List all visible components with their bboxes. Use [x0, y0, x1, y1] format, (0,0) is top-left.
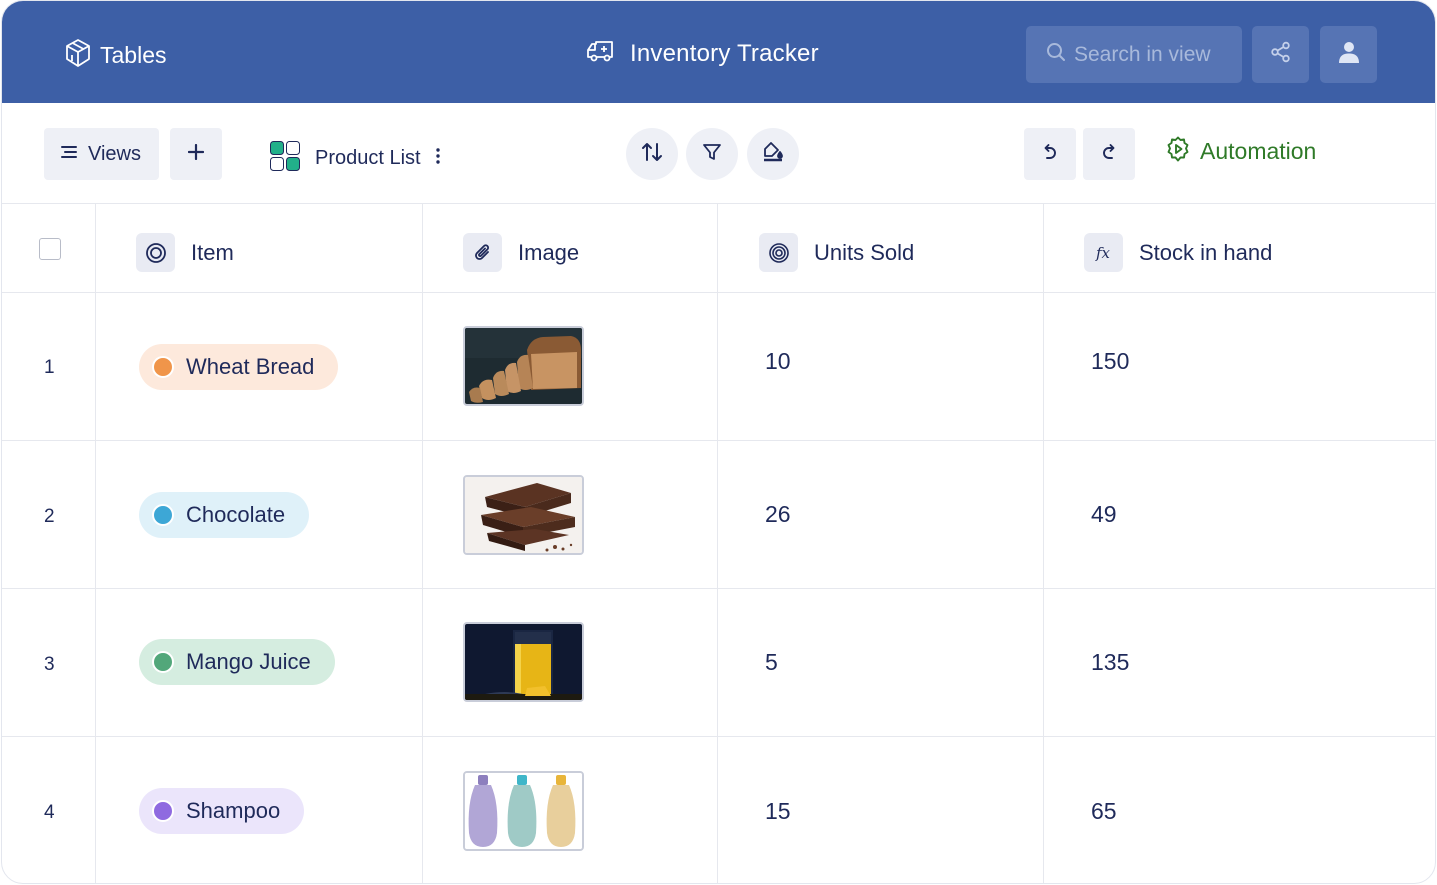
app-window: Tables Inventory Tracker Search in view …: [1, 0, 1436, 884]
chocolate-photo[interactable]: [463, 475, 584, 555]
units-sold-value: 26: [765, 501, 791, 527]
more-options-icon[interactable]: [435, 147, 441, 170]
user-icon: [1337, 40, 1361, 69]
units-sold-value: 10: [765, 348, 791, 374]
tables-logo-icon: [64, 38, 92, 73]
automation-button[interactable]: Automation: [1165, 136, 1316, 167]
app-title: Inventory Tracker: [586, 39, 819, 68]
item-tag[interactable]: Chocolate: [139, 492, 310, 538]
row-number: 1: [44, 357, 55, 378]
column-label: Image: [518, 239, 580, 265]
item-tag[interactable]: Wheat Bread: [139, 344, 339, 390]
juice-photo[interactable]: [463, 622, 584, 702]
search-input[interactable]: Search in view: [1026, 26, 1242, 83]
item-tag[interactable]: Mango Juice: [139, 639, 335, 685]
filter-icon: [702, 142, 722, 167]
app-title-text: Inventory Tracker: [630, 39, 819, 67]
grid-view-icon: [269, 140, 301, 177]
column-label: Item: [191, 239, 234, 265]
sort-icon: [641, 141, 663, 168]
svg-text:fx: fx: [1095, 244, 1111, 262]
redo-icon: [1100, 143, 1118, 166]
column-label: Units Sold: [814, 239, 915, 265]
column-header-image[interactable]: Image: [423, 204, 718, 292]
share-icon: [1270, 41, 1292, 68]
view-name: Product List: [315, 147, 421, 169]
column-header-units-sold[interactable]: Units Sold: [718, 204, 1044, 292]
table-row[interactable]: 4 Shampoo 15 65: [2, 737, 1435, 883]
number-icon: [759, 233, 798, 272]
stock-value: 135: [1091, 649, 1130, 675]
column-label: Stock in hand: [1139, 239, 1273, 265]
share-button[interactable]: [1252, 26, 1309, 83]
undo-icon: [1041, 143, 1059, 166]
undo-button[interactable]: [1024, 128, 1076, 180]
add-view-button[interactable]: [170, 128, 222, 180]
units-sold-value: 15: [765, 798, 791, 824]
search-placeholder: Search in view: [1074, 42, 1211, 66]
color-rules-button[interactable]: [747, 128, 799, 180]
row-number: 4: [44, 802, 55, 823]
item-name: Chocolate: [186, 502, 286, 527]
plus-icon: [187, 143, 205, 165]
single-select-icon: [136, 233, 175, 272]
toolbar: Views Product List Automation: [2, 103, 1435, 204]
formula-icon: fx: [1084, 233, 1123, 272]
color-dot: [152, 800, 174, 822]
item-name: Shampoo: [186, 798, 281, 823]
item-name: Mango Juice: [186, 649, 311, 674]
color-dot: [152, 504, 174, 526]
brand-name: Tables: [100, 42, 167, 68]
current-view[interactable]: Product List: [269, 140, 441, 177]
units-sold-value: 5: [765, 649, 778, 675]
table-header-row: Item Image Units Sold fx Stock in hand: [2, 204, 1435, 293]
stock-value: 150: [1091, 348, 1130, 374]
automation-label: Automation: [1200, 138, 1317, 164]
brand[interactable]: Tables: [64, 38, 166, 73]
row-number: 3: [44, 654, 55, 675]
menu-icon: [61, 145, 77, 164]
user-button[interactable]: [1320, 26, 1377, 83]
item-tag[interactable]: Shampoo: [139, 788, 305, 834]
stock-value: 49: [1091, 501, 1117, 527]
truck-icon: [586, 39, 618, 68]
search-icon: [1046, 42, 1066, 67]
table-row[interactable]: 1 Wheat Bread 10 150: [2, 293, 1435, 441]
automation-gear-icon: [1165, 136, 1191, 167]
views-button[interactable]: Views: [44, 128, 159, 180]
select-all-checkbox[interactable]: [39, 238, 61, 260]
attachment-icon: [463, 233, 502, 272]
select-all-cell: [2, 204, 96, 292]
color-dot: [152, 356, 174, 378]
sort-button[interactable]: [626, 128, 678, 180]
color-dot: [152, 651, 174, 673]
bread-photo[interactable]: [463, 326, 584, 406]
redo-button[interactable]: [1083, 128, 1135, 180]
filter-button[interactable]: [686, 128, 738, 180]
column-header-stock[interactable]: fx Stock in hand: [1044, 204, 1435, 292]
item-name: Wheat Bread: [186, 354, 315, 379]
paint-bucket-icon: [762, 141, 784, 168]
stock-value: 65: [1091, 798, 1117, 824]
top-bar: Tables Inventory Tracker Search in view: [2, 1, 1435, 103]
table-row[interactable]: 3 Mango Juice 5 135: [2, 589, 1435, 737]
column-header-item[interactable]: Item: [96, 204, 423, 292]
shampoo-photo[interactable]: [463, 771, 584, 851]
views-label: Views: [88, 142, 141, 165]
row-number: 2: [44, 506, 55, 527]
table-row[interactable]: 2 Chocolate 26 49: [2, 441, 1435, 589]
